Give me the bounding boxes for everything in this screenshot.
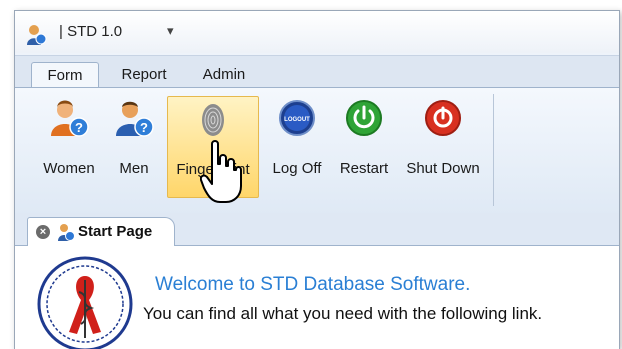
men-button[interactable]: ? Men [109,96,159,196]
start-page-content: Welcome to STD Database Software. You ca… [15,246,619,349]
shut-down-button[interactable]: Shut Down [401,96,485,196]
hand-cursor-icon [200,140,242,203]
logout-icon: LOGOUT [279,100,315,136]
shutdown-icon [425,100,461,136]
welcome-subtext: You can find all what you need with the … [143,304,543,323]
tab-report[interactable]: Report [109,62,179,88]
power-icon [346,100,382,136]
app-user-icon[interactable] [25,23,47,45]
women-label: Women [43,160,95,177]
start-page-tab-label: Start Page [78,223,153,240]
woman-help-icon: ? [51,100,89,137]
shut-down-label: Shut Down [406,160,480,177]
ribbon-panel: ? Women ? Men FingerPrint [15,87,619,215]
welcome-heading: Welcome to STD Database Software. [155,274,471,295]
title-bar: | STD 1.0 ▾ [15,11,619,53]
quick-access-dropdown-icon[interactable]: ▾ [167,23,174,39]
fingerprint-icon [202,104,224,136]
window-title: | STD 1.0 [59,23,123,40]
close-icon[interactable]: × [36,225,50,239]
restart-button[interactable]: Restart [333,96,395,196]
ribbon-group-separator [493,94,494,206]
ribbon-tabs: Form Report Admin [15,55,619,89]
log-off-label: Log Off [272,160,322,177]
svg-text:?: ? [75,120,83,135]
men-label: Men [119,160,149,177]
man-help-icon: ? [116,101,154,137]
document-tab-bar: × Start Page [15,213,619,246]
restart-label: Restart [339,160,389,177]
svg-text:?: ? [140,120,148,135]
start-page-user-icon [58,224,75,241]
log-off-button[interactable]: LOGOUT Log Off [265,96,329,196]
tab-admin[interactable]: Admin [191,62,257,88]
tab-form[interactable]: Form [31,62,99,89]
organization-logo [37,256,133,349]
tab-start-page[interactable]: × Start Page [27,217,175,246]
app-window: | STD 1.0 ▾ Form Report Admin ? Women ? [14,10,620,349]
women-button[interactable]: ? Women [37,96,101,196]
svg-text:LOGOUT: LOGOUT [284,117,310,123]
